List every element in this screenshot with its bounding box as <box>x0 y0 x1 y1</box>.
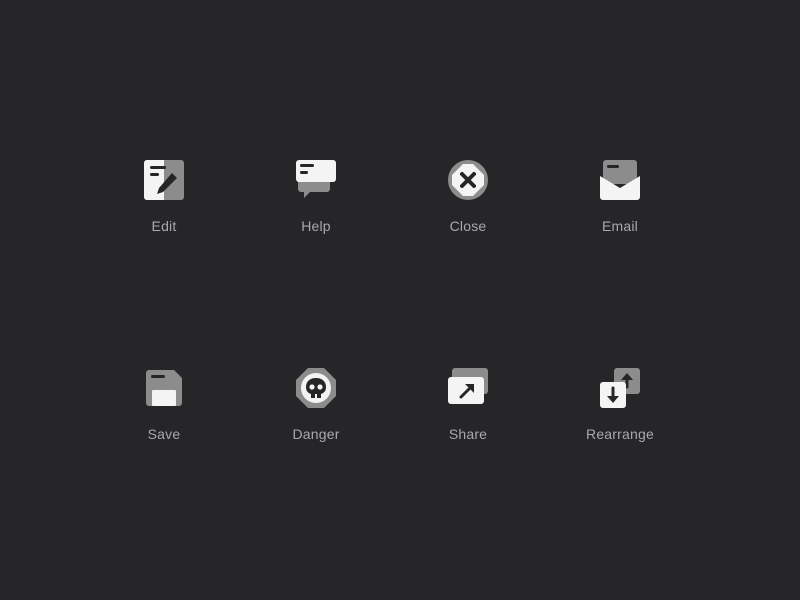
help-icon <box>296 160 336 198</box>
icon-tile-edit[interactable]: Edit <box>104 158 224 258</box>
edit-icon <box>144 160 184 200</box>
danger-icon <box>296 368 336 408</box>
icon-tile-share[interactable]: Share <box>408 366 528 466</box>
share-label: Share <box>448 426 488 442</box>
rearrange-label: Rearrange <box>586 426 654 442</box>
edit-label: Edit <box>151 218 177 234</box>
close-label: Close <box>449 218 487 234</box>
icon-tile-email[interactable]: Email <box>560 158 680 258</box>
share-icon <box>448 368 488 404</box>
icon-grid: Edit Help Close Email Save Danger Share … <box>0 0 800 600</box>
icon-tile-save[interactable]: Save <box>104 366 224 466</box>
icon-tile-rearrange[interactable]: Rearrange <box>560 366 680 466</box>
help-label: Help <box>301 218 331 234</box>
icon-tile-danger[interactable]: Danger <box>256 366 376 466</box>
email-icon <box>600 160 640 200</box>
save-icon <box>146 370 182 406</box>
email-label: Email <box>601 218 638 234</box>
icon-tile-help[interactable]: Help <box>256 158 376 258</box>
icon-tile-close[interactable]: Close <box>408 158 528 258</box>
danger-label: Danger <box>292 426 340 442</box>
save-label: Save <box>147 426 181 442</box>
close-icon <box>448 160 488 200</box>
rearrange-icon <box>600 368 640 408</box>
